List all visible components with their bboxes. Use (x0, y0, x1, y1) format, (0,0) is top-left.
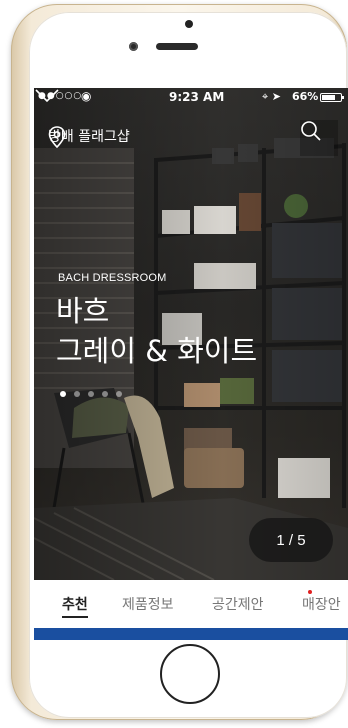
wifi-icon: ◉ (81, 89, 92, 103)
hero-title-line2: 그레이 & 화이트 (56, 334, 258, 368)
earpiece-speaker (156, 43, 198, 50)
slide-dot[interactable] (102, 391, 108, 397)
tab-bar: 추천 제품정보 공간제안 매장안 (34, 580, 348, 628)
slide-pager: 1 / 5 (249, 518, 333, 562)
slide-indicator (60, 391, 122, 397)
chevron-down-icon[interactable] (34, 88, 60, 104)
battery-icon (320, 93, 344, 102)
slide-dot[interactable] (60, 391, 66, 397)
location-arrow-icon: ⌖ ➤ (262, 90, 281, 103)
hero-title-line1: 바흐 (56, 294, 110, 328)
tab-space-proposal[interactable]: 공간제안 (212, 594, 264, 614)
hero-banner[interactable]: ●●○○○ ◉ 9:23 AM ⌖ ➤ 66% 방배 플래그샵 BACH DRE… (34, 88, 348, 580)
tab-recommend[interactable]: 추천 (62, 594, 88, 618)
store-location[interactable]: 방배 플래그샵 (48, 126, 130, 148)
accent-bar (34, 628, 348, 640)
search-icon (301, 121, 321, 141)
collection-eyebrow: BACH DRESSROOM (58, 272, 167, 284)
status-time: 9:23 AM (169, 90, 225, 104)
tab-product-info[interactable]: 제품정보 (122, 594, 174, 614)
tab-store-info[interactable]: 매장안 (302, 594, 341, 614)
status-bar: ●●○○○ ◉ 9:23 AM ⌖ ➤ 66% (34, 88, 348, 106)
camera-dot (185, 20, 193, 28)
battery-percent: 66% (292, 90, 319, 103)
slide-dot[interactable] (74, 391, 80, 397)
home-button[interactable] (160, 644, 220, 704)
search-button[interactable] (300, 120, 338, 156)
location-pin-icon (48, 126, 66, 148)
slide-dot[interactable] (116, 391, 122, 397)
app-screen: ●●○○○ ◉ 9:23 AM ⌖ ➤ 66% 방배 플래그샵 BACH DRE… (34, 88, 348, 640)
slide-dot[interactable] (88, 391, 94, 397)
front-camera (129, 42, 138, 51)
